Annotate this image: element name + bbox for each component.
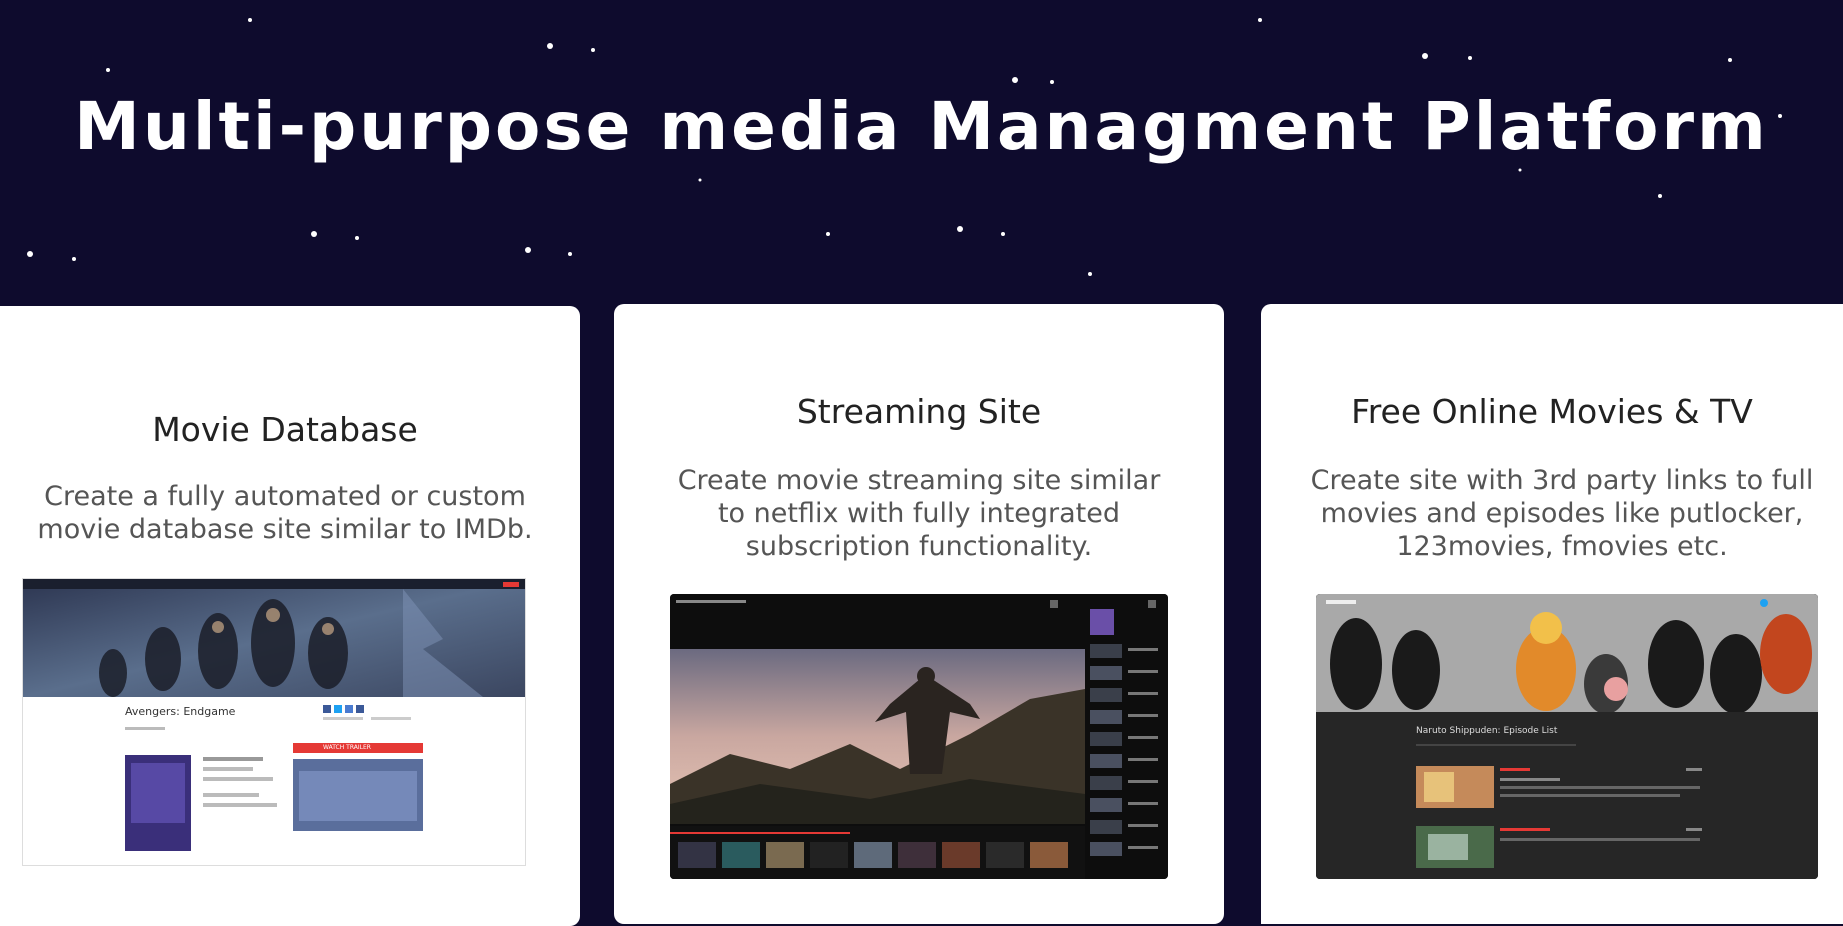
card-description: Create movie streaming site similar to n… [677, 465, 1161, 562]
card-title: Movie Database [152, 410, 418, 449]
card-title: Free Online Movies & TV [1351, 392, 1753, 431]
card-description: Create a fully automated or custom movie… [37, 481, 533, 545]
card-title: Streaming Site [796, 392, 1042, 431]
streaming-site-screenshot [670, 594, 1168, 879]
card-description: Create site with 3rd party links to full… [1310, 465, 1814, 562]
hero-title: Multi-purpose media Managment Platform [74, 88, 1769, 165]
feature-card-free-online-movies: Free Online Movies & TV Create site with… [1261, 304, 1843, 924]
feature-card-movie-database: Movie Database Create a fully automated … [0, 306, 580, 926]
screenshot-cta-label: WATCH TRAILER [323, 744, 371, 751]
screenshot-show-title: Naruto Shippuden: Episode List [1416, 726, 1558, 736]
movie-database-screenshot: Avengers: Endgame WATCH TRAILER [22, 578, 526, 866]
screenshot-movie-title: Avengers: Endgame [125, 705, 236, 718]
feature-card-streaming-site: Streaming Site Create movie streaming si… [614, 304, 1224, 924]
free-movies-screenshot: Naruto Shippuden: Episode List [1316, 594, 1818, 879]
